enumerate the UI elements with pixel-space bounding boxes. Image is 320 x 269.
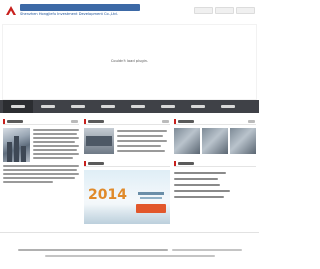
footer-powered-by-text[interactable] [44, 255, 215, 257]
intro-text-line [3, 177, 75, 179]
nav-item-label-placeholder [131, 105, 145, 108]
company-name-en: Shenzhen Hongjiefu Investment Developmen… [20, 12, 118, 16]
company-building-image[interactable] [3, 128, 30, 162]
panel-header [84, 118, 170, 125]
nav-item-label-placeholder [11, 105, 25, 108]
news-text-line[interactable] [117, 150, 165, 152]
panel-header-accent [174, 119, 176, 124]
more-link[interactable] [71, 120, 78, 123]
panel-header [174, 118, 256, 125]
nav-item-label-placeholder [41, 105, 55, 108]
panel-news [84, 118, 170, 156]
footer-company-en [171, 249, 242, 251]
panel-company-intro [3, 118, 79, 186]
panel-project: 2014 [84, 160, 170, 226]
nav-item-label-placeholder [191, 105, 205, 108]
building-shape [21, 146, 26, 162]
intro-text-line [33, 157, 73, 159]
top-link-contact[interactable] [236, 7, 255, 14]
footer-copyright [0, 236, 259, 251]
intro-text-line [33, 129, 79, 131]
intro-text-line [33, 141, 75, 143]
panel-header-accent [3, 119, 5, 124]
nav-item-recruitment[interactable] [183, 100, 213, 113]
panel-title [178, 162, 194, 165]
nav-item-business[interactable] [63, 100, 93, 113]
news-text-line[interactable] [117, 145, 161, 147]
nav-item-contact[interactable] [213, 100, 243, 113]
intro-text-line [3, 169, 77, 171]
more-link[interactable] [162, 120, 169, 123]
nav-item-news[interactable] [93, 100, 123, 113]
news-text-line[interactable] [117, 135, 163, 137]
panel-header [3, 118, 79, 125]
building-shape [7, 142, 12, 162]
news-image[interactable] [84, 128, 114, 154]
product-image[interactable] [230, 128, 256, 154]
nav-item-home[interactable] [3, 100, 33, 113]
product-image[interactable] [202, 128, 228, 154]
banner-plugin-area[interactable]: Couldn't load plugin. [2, 24, 257, 100]
site-header: Shenzhen Hongjiefu Investment Developmen… [0, 0, 259, 24]
intro-text-line [33, 145, 79, 147]
promo-banner[interactable]: 2014 [84, 170, 170, 224]
promo-headline [138, 192, 164, 195]
intro-text-line [33, 149, 77, 151]
news-image-shape [86, 136, 112, 146]
company-homepage: Shenzhen Hongjiefu Investment Developmen… [0, 0, 259, 269]
nav-item-projects[interactable] [123, 100, 153, 113]
top-link-add-favorite[interactable] [215, 7, 234, 14]
nav-item-label-placeholder [161, 105, 175, 108]
promo-year: 2014 [88, 187, 127, 203]
main-nav [0, 100, 259, 113]
panel-title [88, 120, 104, 123]
panel-header [84, 160, 170, 167]
intro-text-line [3, 173, 79, 175]
panel-title [178, 120, 194, 123]
product-image[interactable] [174, 128, 200, 154]
company-logo-icon[interactable] [4, 4, 18, 18]
nav-item-culture[interactable] [153, 100, 183, 113]
intro-text-line [3, 181, 53, 183]
top-link-set-homepage[interactable] [194, 7, 213, 14]
intro-text-line [33, 133, 77, 135]
footer-powered-by [0, 242, 259, 257]
footer-divider [0, 232, 259, 233]
panel-title [7, 120, 23, 123]
company-name-cn [20, 4, 140, 11]
panel-header-accent [174, 161, 176, 166]
building-shape [14, 136, 19, 162]
nav-item-label-placeholder [101, 105, 115, 108]
panel-title [88, 162, 104, 165]
panel-contact [174, 160, 256, 226]
contact-email[interactable] [174, 190, 230, 192]
more-link[interactable] [248, 120, 255, 123]
plugin-error-message: Couldn't load plugin. [110, 59, 149, 63]
news-text-line[interactable] [117, 140, 167, 142]
contact-website[interactable] [174, 196, 224, 198]
contact-address [174, 172, 226, 174]
panel-header-accent [84, 119, 86, 124]
contact-fax [174, 184, 220, 186]
panel-products [174, 118, 256, 156]
promo-subline [140, 197, 162, 199]
news-text-line[interactable] [117, 130, 167, 132]
nav-item-label-placeholder [71, 105, 85, 108]
nav-item-about[interactable] [33, 100, 63, 113]
intro-text-line [33, 137, 79, 139]
panel-header [174, 160, 256, 167]
nav-item-label-placeholder [221, 105, 235, 108]
top-links [194, 7, 255, 14]
intro-text-line [33, 153, 79, 155]
panel-header-accent [84, 161, 86, 166]
contact-phone [174, 178, 218, 180]
footer-copyright-text [17, 249, 168, 251]
promo-button[interactable] [136, 204, 166, 213]
intro-text-line [3, 165, 79, 167]
